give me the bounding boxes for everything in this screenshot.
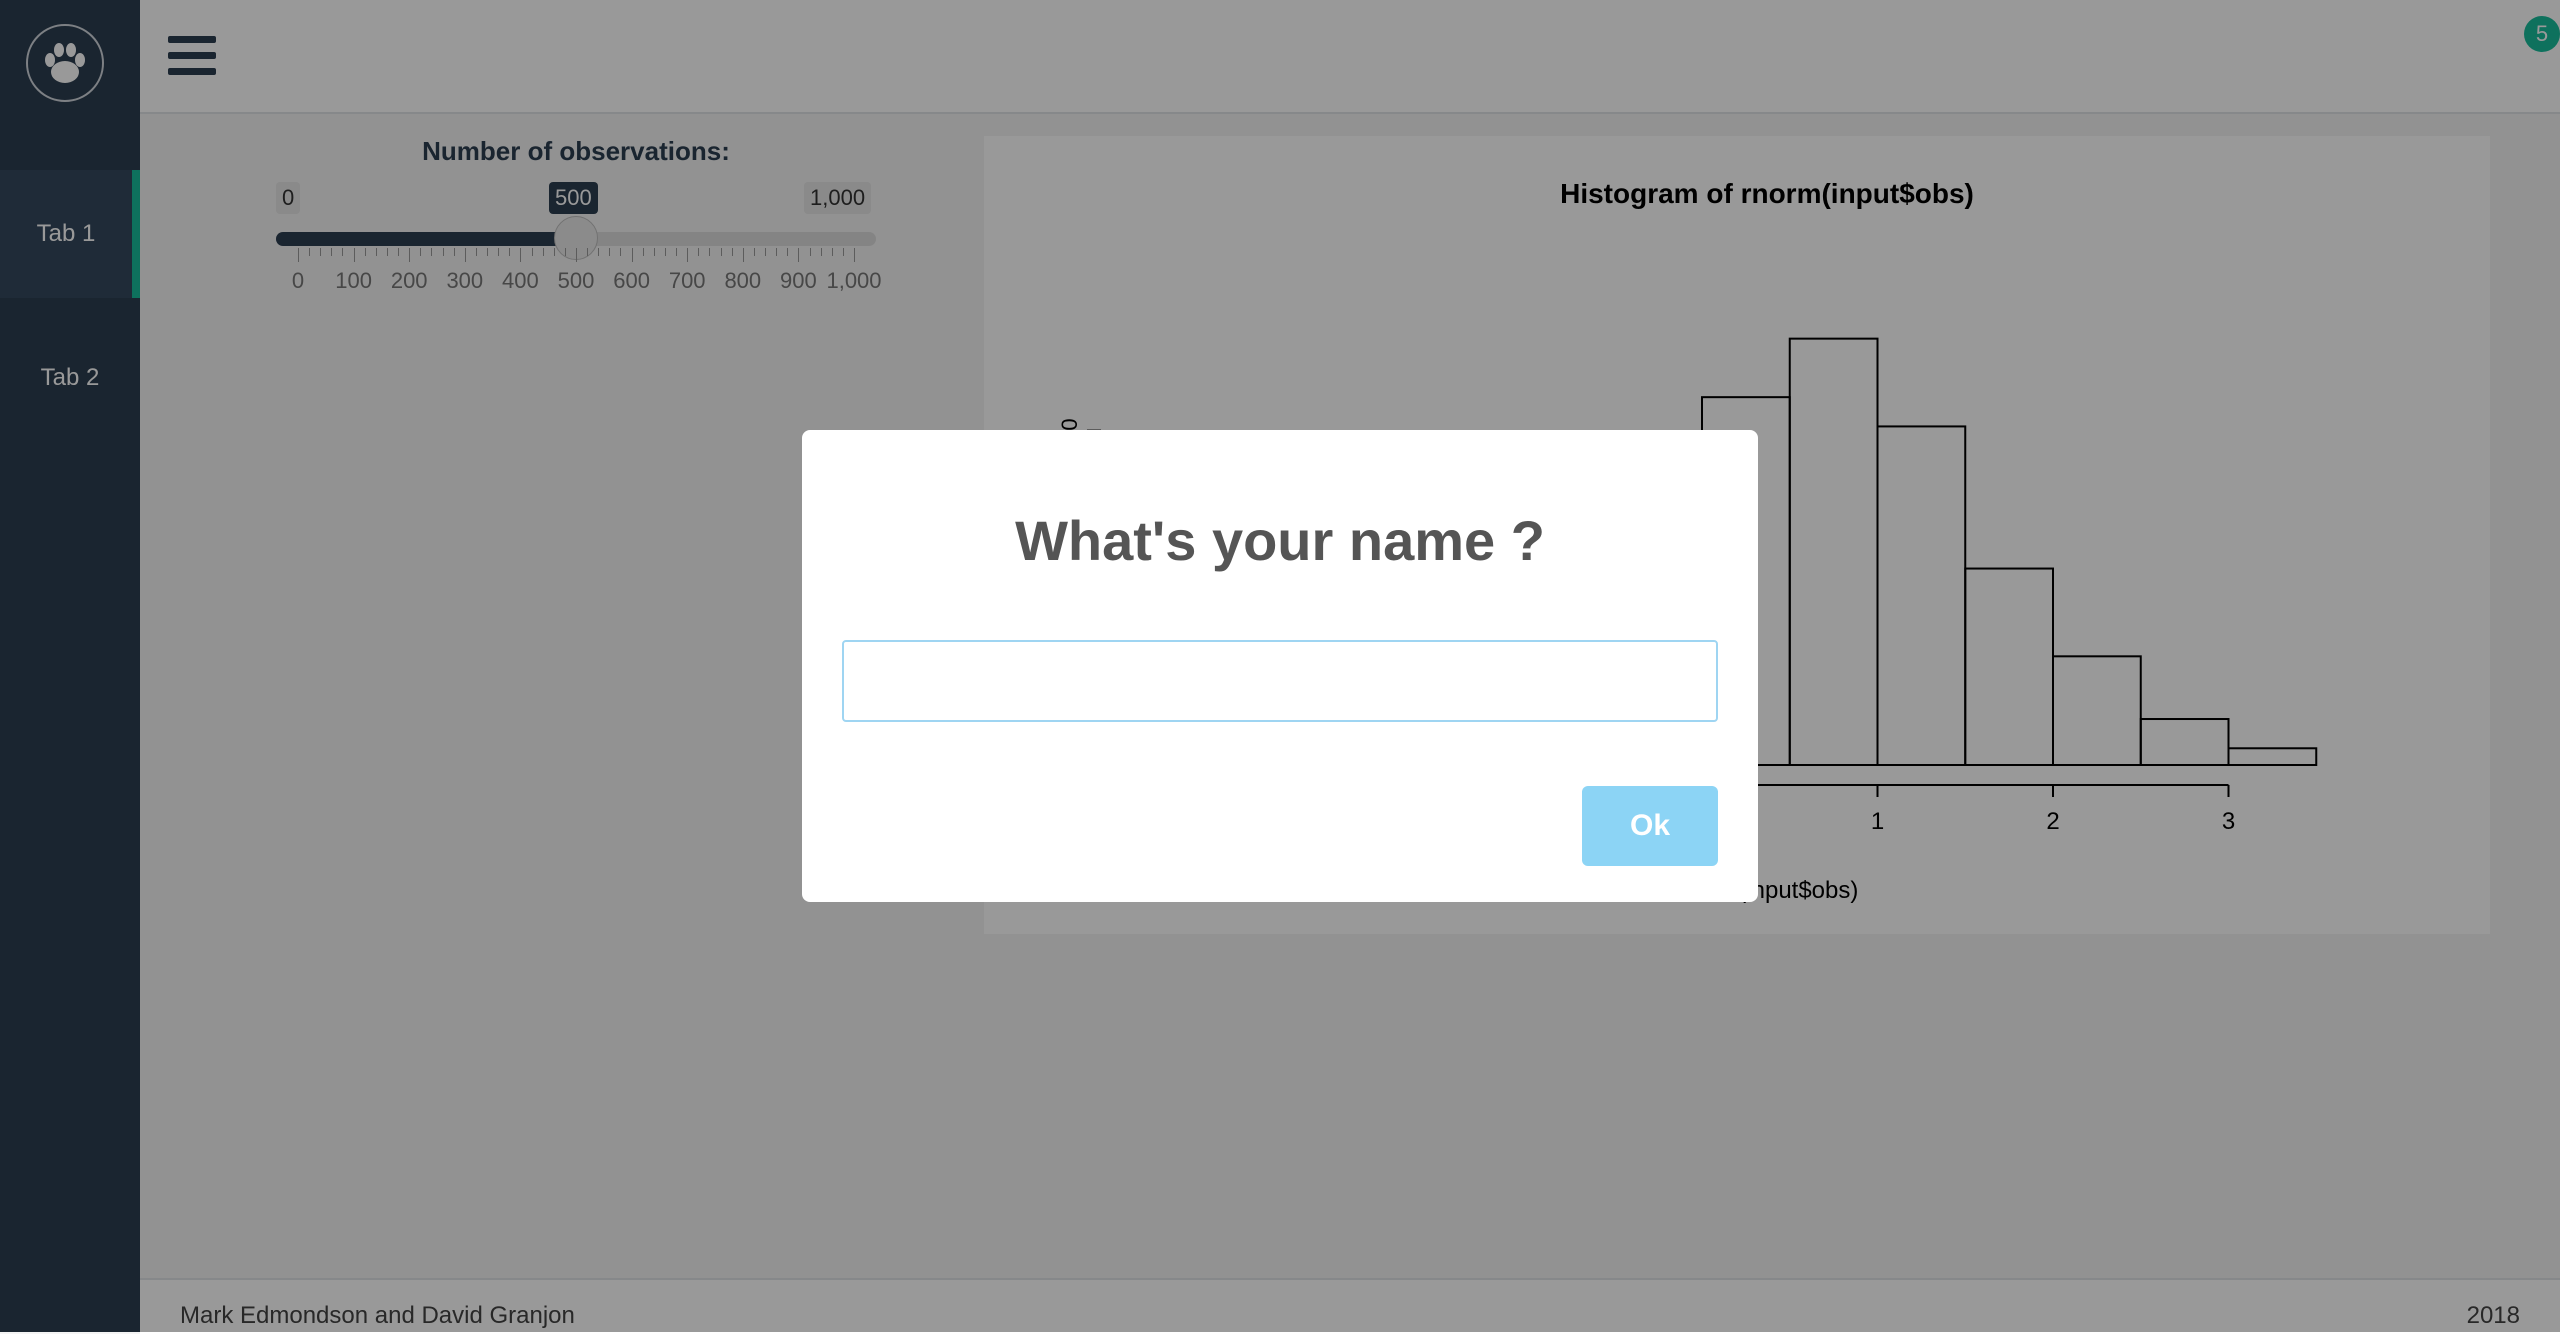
name-input[interactable] xyxy=(842,640,1718,722)
name-prompt-dialog: What's your name ? Ok xyxy=(802,430,1758,902)
dialog-title: What's your name ? xyxy=(1015,509,1545,572)
ok-button[interactable]: Ok xyxy=(1582,786,1718,866)
